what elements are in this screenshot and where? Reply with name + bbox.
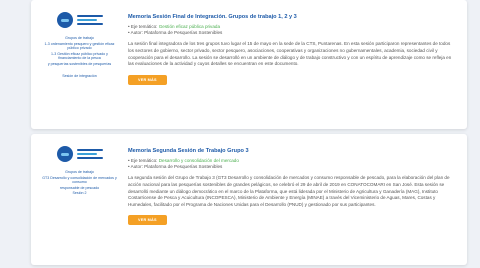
author: Autor: Plataforma de Pesquerías Sostenib… (130, 30, 223, 36)
sidebar-links: Grupos de trabajo 1-3 ordenamiento pesqu… (40, 36, 120, 78)
fish-logo-icon (56, 146, 73, 162)
author-line: • Autor: Plataforma de Pesquerías Sosten… (128, 30, 223, 36)
card-description: La segunda sesión del Grupo de Trabajo 3… (128, 175, 450, 207)
publication-card: Grupos de trabajo GT3 Desarrollo y conso… (31, 134, 467, 265)
sidebar-link[interactable]: Grupos de trabajo (40, 36, 120, 41)
sidebar-link[interactable]: y pesquerías sostenibles de pesquerías (40, 62, 120, 67)
sidebar-link[interactable]: 1-3 ordenamiento pesquero y gestión efic… (40, 42, 120, 51)
theme-label: Eje temático: (130, 158, 158, 163)
card-description: La sesión final integradora de los tres … (128, 41, 452, 67)
author: Autor: Plataforma de Pesquerías Sostenib… (130, 164, 223, 170)
sidebar-link[interactable]: GT3 Desarrollo y consolidación de mercad… (40, 176, 120, 185)
sidebar-links: Grupos de trabajo GT3 Desarrollo y conso… (40, 170, 120, 196)
read-more-button[interactable]: Ver más (128, 74, 167, 85)
platform-logo (56, 146, 103, 162)
card-sidebar: Grupos de trabajo 1-3 ordenamiento pesqu… (31, 0, 128, 129)
publication-card: Grupos de trabajo 1-3 ordenamiento pesqu… (31, 0, 467, 129)
read-more-button[interactable]: Ver más (128, 215, 167, 226)
theme-value[interactable]: Gestión eficaz pública privada (159, 24, 220, 29)
card-body: Memoria Sesión Final de Integración. Gru… (128, 0, 467, 129)
card-title[interactable]: Memoria Segunda Sesión de Trabajo Grupo … (128, 148, 457, 154)
sidebar-link[interactable]: 1-3 Gestión eficaz público privado y fin… (40, 52, 120, 61)
sidebar-link[interactable]: responsable de pescado (40, 186, 120, 191)
sidebar-link-session[interactable]: Sesión de integración (40, 74, 120, 79)
card-body: Memoria Segunda Sesión de Trabajo Grupo … (128, 134, 467, 265)
sidebar-link[interactable]: Grupos de trabajo (40, 170, 120, 175)
platform-logo (56, 12, 103, 28)
author-line: • Autor: Plataforma de Pesquerías Sosten… (128, 164, 223, 170)
fish-logo-icon (56, 12, 73, 28)
card-title[interactable]: Memoria Sesión Final de Integración. Gru… (128, 14, 457, 20)
theme-value[interactable]: Desarrollo y consolidación del mercado (159, 158, 239, 163)
sidebar-link-session[interactable]: Sesión 2 (40, 191, 120, 196)
theme-label: Eje temático: (130, 24, 158, 29)
card-sidebar: Grupos de trabajo GT3 Desarrollo y conso… (31, 134, 128, 265)
